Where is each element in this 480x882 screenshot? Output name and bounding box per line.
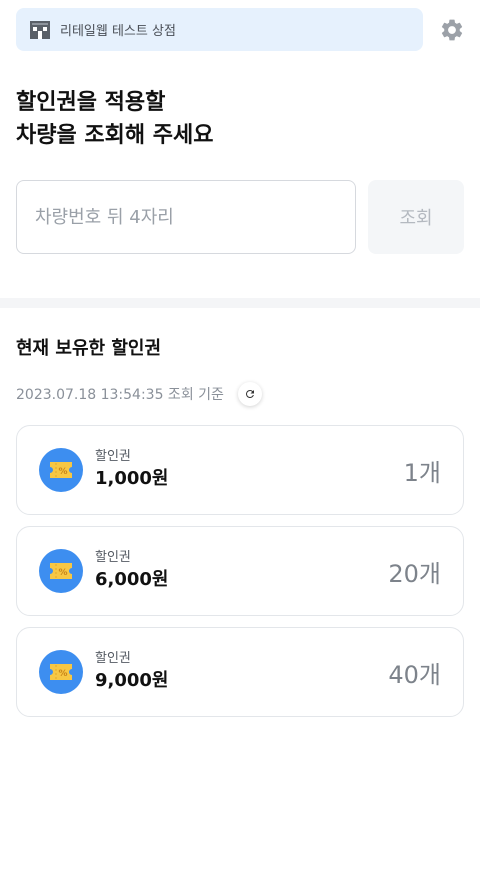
coupon-card: % 할인권 1,000원 1개 [16, 425, 464, 515]
coupon-label: 할인권 [95, 651, 131, 666]
timestamp-row: 2023.07.18 13:54:35 조회 기준 [16, 382, 262, 406]
section-divider [0, 298, 480, 308]
section-title: 현재 보유한 할인권 [16, 338, 162, 359]
store-name: 리테일웹 테스트 상점 [60, 24, 176, 39]
coupon-count: 40개 [388, 660, 441, 689]
coupon-list: % 할인권 1,000원 1개 % 할인권 6,000원 20개 % 할인권 9… [16, 425, 464, 728]
refresh-button[interactable] [237, 382, 262, 406]
refresh-icon [245, 390, 254, 398]
coupon-amount: 1,000원 [95, 468, 169, 489]
coupon-card: % 할인권 6,000원 20개 [16, 526, 464, 616]
coupon-label: 할인권 [95, 449, 131, 464]
svg-text:%: % [58, 467, 67, 477]
svg-text:%: % [58, 568, 67, 578]
headline-line-2: 차량을 조회해 주세요 [16, 123, 214, 148]
coupon-count: 20개 [388, 559, 441, 588]
coupon-amount: 9,000원 [95, 670, 169, 691]
headline-line-1: 할인권을 적용할 [16, 90, 166, 115]
settings-button[interactable] [438, 16, 466, 44]
gear-icon [441, 19, 463, 41]
svg-text:%: % [58, 669, 67, 679]
coupon-card: % 할인권 9,000원 40개 [16, 627, 464, 717]
page-headline: 할인권을 적용할 차량을 조회해 주세요 [16, 86, 213, 152]
coupon-label: 할인권 [95, 550, 131, 565]
coupon-ticket-icon: % [39, 549, 83, 593]
store-icon [30, 20, 50, 40]
coupon-count: 1개 [403, 458, 441, 487]
coupon-amount: 6,000원 [95, 569, 169, 590]
query-timestamp: 2023.07.18 13:54:35 조회 기준 [16, 387, 224, 403]
coupon-ticket-icon: % [39, 448, 83, 492]
search-button[interactable]: 조회 [368, 180, 464, 254]
coupon-ticket-icon: % [39, 650, 83, 694]
store-banner: 리테일웹 테스트 상점 [16, 8, 423, 51]
plate-number-input[interactable] [16, 180, 356, 254]
